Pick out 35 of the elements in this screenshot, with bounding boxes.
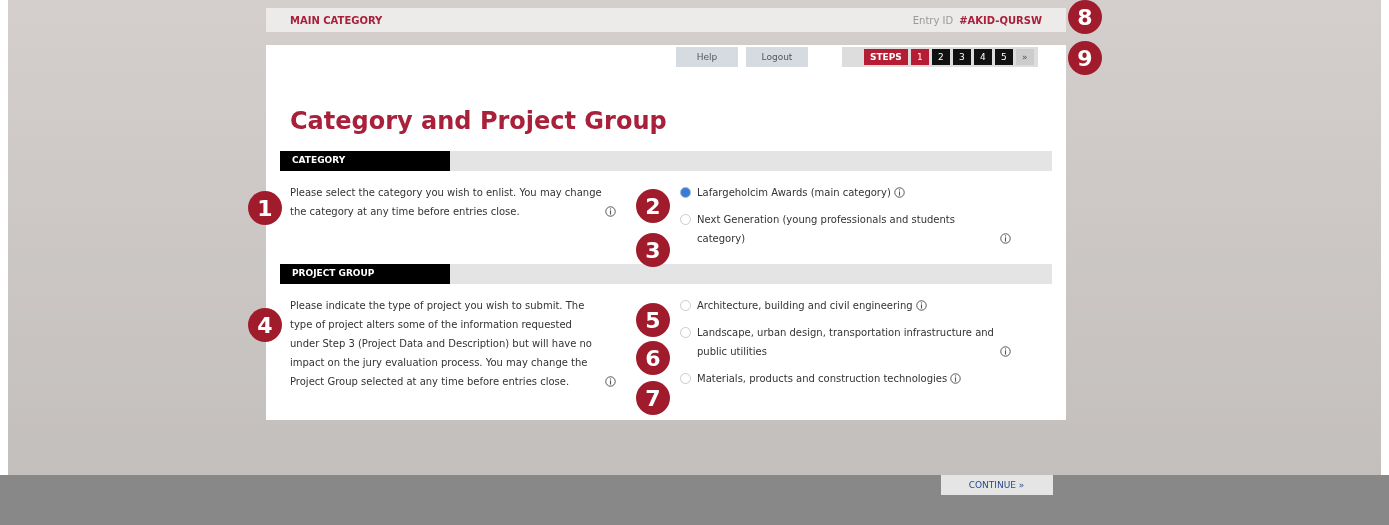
radio-button[interactable] [680,214,691,225]
toolbar-button[interactable]: Help [676,47,738,67]
option-label: Landscape, urban design, transportation infrastructure and public utilities [697,326,995,359]
page-title: Category and Project Group [290,107,668,135]
info-icon[interactable] [950,373,962,384]
section-heading: PROJECT GROUP [280,264,450,284]
section-description: Please select the category you wish to enlist. You may change the category at any time before entries close. [290,186,602,219]
option-label: Architecture, building and civil engineering [697,299,913,313]
step-button[interactable]: 3 [952,49,971,65]
radio-button[interactable] [680,373,691,384]
option-label: Next Generation (young professionals and students category) [697,213,956,246]
info-icon[interactable] [1000,233,1011,244]
radio-button[interactable] [680,300,691,311]
step-button[interactable]: 5 [994,49,1013,65]
toolbar-button[interactable]: Logout [746,47,808,67]
info-icon[interactable] [915,300,927,311]
entry-id-label: Entry ID [912,14,954,26]
step-button[interactable]: 4 [973,49,992,65]
info-icon[interactable] [605,376,616,387]
main-category-label: MAIN CATEGORY [290,14,383,26]
step-button[interactable]: 1 [910,49,929,65]
entry-id: #AKID-QURSW [959,14,1042,26]
option-label: Materials, products and construction technologies [697,372,948,386]
info-icon[interactable] [893,187,905,198]
continue-button[interactable]: CONTINUE » [940,475,1053,495]
info-icon[interactable] [1000,346,1011,357]
info-icon[interactable] [605,206,616,217]
steps-label: STEPS [864,49,908,65]
step-button[interactable]: 2 [931,49,950,65]
section-heading: CATEGORY [280,151,450,171]
radio-button[interactable] [680,327,691,338]
option-label: Lafargeholcim Awards (main category) [697,186,891,200]
next-step-button[interactable]: » [1015,49,1034,65]
radio-button[interactable] [680,187,691,198]
section-description: Please indicate the type of project you wish to submit. The type of project alters some of the information requested under Step 3 (Project Data and Description) but will have no impact on the jury evaluation process. You may change the Project Group selected at any time before entries close. [290,299,593,389]
